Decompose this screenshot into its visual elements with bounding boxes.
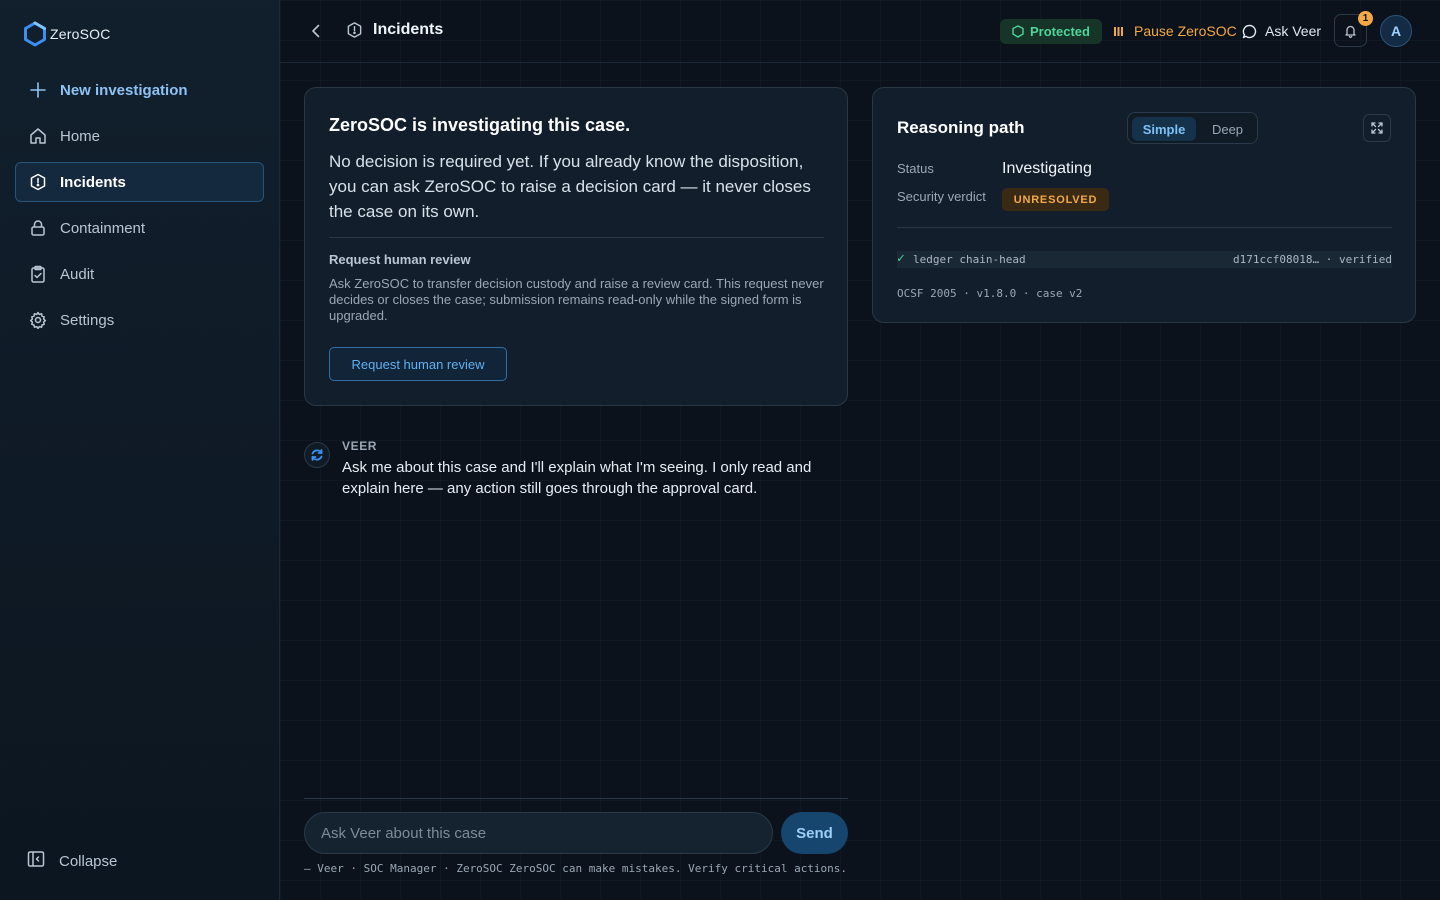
page-title-wrap: Incidents [346,21,443,39]
sidebar-nav: New investigation Home Incidents Contain… [15,70,264,346]
notification-count-badge: 1 [1358,11,1373,26]
bell-icon [1345,25,1356,38]
status-value: Investigating [1002,160,1092,177]
home-icon [28,126,48,146]
sidebar-item-containment[interactable]: Containment [15,208,264,248]
chevron-left-icon [312,24,320,38]
user-avatar[interactable]: A [1380,15,1412,47]
sidebar-item-label: Settings [60,311,115,329]
divider [304,798,848,799]
sidebar-item-settings[interactable]: Settings [15,300,264,340]
sidebar-item-label: Containment [60,219,146,237]
shield-icon [28,172,48,192]
gear-icon [28,310,48,330]
expand-icon [1371,122,1383,134]
new-investigation-label: New investigation [60,81,188,99]
refresh-icon [311,449,323,461]
new-investigation-button[interactable]: New investigation [15,70,264,110]
ocsf-version: OCSF 2005 · v1.8.0 · case v2 [897,287,1083,300]
expand-button[interactable] [1363,114,1391,142]
check-icon: ✓ [897,251,905,266]
ledger-row: ✓ ledger chain-head d171ccf08018… · veri… [897,251,1392,268]
collapse-label: Collapse [59,852,118,870]
sidebar-item-incidents[interactable]: Incidents [15,162,264,202]
ledger-hash: d171ccf08018… · verified [1233,253,1392,266]
review-description: Ask ZeroSOC to transfer decision custody… [329,276,824,323]
protected-badge[interactable]: Protected [1000,19,1102,44]
reasoning-title: Reasoning path [897,118,1025,137]
ask-veer-button[interactable]: Ask Veer [1242,23,1321,39]
shield-check-icon [1012,25,1024,38]
clipboard-check-icon [28,264,48,284]
pause-zerosoc-button[interactable]: Pause ZeroSOC [1113,23,1237,39]
page-title: Incidents [373,21,444,38]
divider [329,237,824,238]
investigation-card: ZeroSOC is investigating this case. No d… [304,87,848,406]
brand[interactable]: ZeroSOC [22,21,111,47]
shield-icon [347,22,362,38]
verdict-badge: UNRESOLVED [1002,188,1109,211]
back-button[interactable] [306,20,326,42]
review-section-title: Request human review [329,252,471,267]
protected-label: Protected [1030,24,1090,39]
veer-message: Ask me about this case and I'll explain … [342,459,812,497]
zerosoc-logo-icon [24,21,46,47]
collapse-icon [27,850,45,872]
mode-deep-button[interactable]: Deep [1200,117,1255,141]
ledger-name: ledger chain-head [913,253,1026,266]
chat-bubble-icon [1242,24,1257,38]
top-bar: Incidents Protected Pause ZeroSOC Ask Ve… [280,0,1440,63]
status-label: Status [897,161,934,176]
sidebar: ZeroSOC New investigation Home Incidents… [0,0,280,900]
plus-icon [28,80,48,100]
sidebar-item-label: Audit [60,265,95,283]
case-description: No decision is required yet. If you alre… [329,152,811,221]
sidebar-item-label: Incidents [60,173,126,191]
pause-label: Pause ZeroSOC [1134,23,1237,39]
ask-veer-label: Ask Veer [1265,23,1322,39]
pause-icon [1114,26,1123,36]
mode-simple-button[interactable]: Simple [1132,117,1196,141]
message-author: VEER [342,439,378,453]
reasoning-path-card: Reasoning path Simple Deep Status Invest… [872,87,1416,323]
lock-icon [28,218,48,238]
sidebar-item-home[interactable]: Home [15,116,264,156]
veer-avatar [304,442,330,468]
send-button[interactable]: Send [781,812,848,854]
divider [897,227,1392,228]
footer-disclaimer: — Veer · SOC Manager · ZeroSOC ZeroSOC c… [304,862,848,875]
request-human-review-button[interactable]: Request human review [329,347,507,381]
reasoning-mode-toggle: Simple Deep [1127,112,1258,144]
security-verdict-label: Security verdict [897,189,986,204]
brand-name: ZeroSOC [50,26,111,42]
collapse-button[interactable]: Collapse [27,850,117,872]
sidebar-item-audit[interactable]: Audit [15,254,264,294]
case-title: ZeroSOC is investigating this case. [329,115,631,135]
sidebar-item-label: Home [60,127,101,145]
chat-input[interactable] [304,812,773,854]
